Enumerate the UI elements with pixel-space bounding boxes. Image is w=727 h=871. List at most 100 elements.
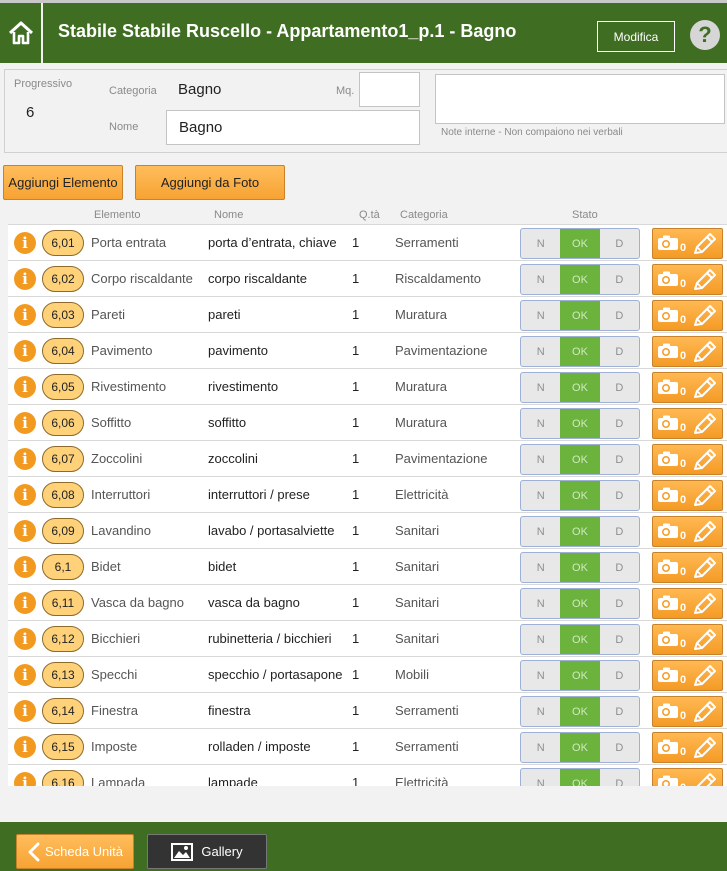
table-row[interactable]: i 6,08 Interruttori interruttori / prese… xyxy=(8,476,727,512)
state-n-button[interactable]: N xyxy=(521,589,560,618)
table-row[interactable]: i 6,01 Porta entrata porta d’entrata, ch… xyxy=(8,224,727,260)
state-n-button[interactable]: N xyxy=(521,481,560,510)
table-row[interactable]: i 6,04 Pavimento pavimento 1 Pavimentazi… xyxy=(8,332,727,368)
table-row[interactable]: i 6,03 Pareti pareti 1 Muratura N OK D 0 xyxy=(8,296,727,332)
state-d-button[interactable]: D xyxy=(600,697,639,726)
help-icon[interactable]: ? xyxy=(690,20,720,50)
info-icon[interactable]: i xyxy=(14,664,36,686)
info-icon[interactable]: i xyxy=(14,232,36,254)
info-icon[interactable]: i xyxy=(14,340,36,362)
state-d-button[interactable]: D xyxy=(600,589,639,618)
table-row[interactable]: i 6,15 Imposte rolladen / imposte 1 Serr… xyxy=(8,728,727,764)
state-d-button[interactable]: D xyxy=(600,481,639,510)
info-icon[interactable]: i xyxy=(14,772,36,786)
photo-edit-button[interactable]: 0 xyxy=(652,336,723,367)
state-ok-button[interactable]: OK xyxy=(560,697,600,726)
info-icon[interactable]: i xyxy=(14,592,36,614)
state-n-button[interactable]: N xyxy=(521,265,560,294)
back-button[interactable]: Scheda Unità xyxy=(16,834,134,869)
state-n-button[interactable]: N xyxy=(521,661,560,690)
photo-edit-button[interactable]: 0 xyxy=(652,408,723,439)
state-ok-button[interactable]: OK xyxy=(560,373,600,402)
state-ok-button[interactable]: OK xyxy=(560,481,600,510)
state-ok-button[interactable]: OK xyxy=(560,337,600,366)
state-ok-button[interactable]: OK xyxy=(560,229,600,258)
photo-edit-button[interactable]: 0 xyxy=(652,552,723,583)
state-ok-button[interactable]: OK xyxy=(560,769,600,786)
info-icon[interactable]: i xyxy=(14,448,36,470)
table-row[interactable]: i 6,1 Bidet bidet 1 Sanitari N OK D 0 xyxy=(8,548,727,584)
state-d-button[interactable]: D xyxy=(600,265,639,294)
state-d-button[interactable]: D xyxy=(600,445,639,474)
info-icon[interactable]: i xyxy=(14,268,36,290)
table-row[interactable]: i 6,12 Bicchieri rubinetteria / bicchier… xyxy=(8,620,727,656)
gallery-button[interactable]: Gallery xyxy=(147,834,267,869)
photo-edit-button[interactable]: 0 xyxy=(652,696,723,727)
state-d-button[interactable]: D xyxy=(600,229,639,258)
state-n-button[interactable]: N xyxy=(521,301,560,330)
table-row[interactable]: i 6,14 Finestra finestra 1 Serramenti N … xyxy=(8,692,727,728)
state-d-button[interactable]: D xyxy=(600,625,639,654)
photo-edit-button[interactable]: 0 xyxy=(652,660,723,691)
add-element-button[interactable]: Aggiungi Elemento xyxy=(3,165,123,200)
state-ok-button[interactable]: OK xyxy=(560,625,600,654)
table-row[interactable]: i 6,11 Vasca da bagno vasca da bagno 1 S… xyxy=(8,584,727,620)
state-n-button[interactable]: N xyxy=(521,553,560,582)
info-icon[interactable]: i xyxy=(14,412,36,434)
photo-edit-button[interactable]: 0 xyxy=(652,516,723,547)
state-d-button[interactable]: D xyxy=(600,661,639,690)
state-ok-button[interactable]: OK xyxy=(560,733,600,762)
state-n-button[interactable]: N xyxy=(521,409,560,438)
state-n-button[interactable]: N xyxy=(521,517,560,546)
state-n-button[interactable]: N xyxy=(521,697,560,726)
photo-edit-button[interactable]: 0 xyxy=(652,768,723,786)
info-icon[interactable]: i xyxy=(14,700,36,722)
state-d-button[interactable]: D xyxy=(600,409,639,438)
state-d-button[interactable]: D xyxy=(600,373,639,402)
photo-edit-button[interactable]: 0 xyxy=(652,264,723,295)
state-n-button[interactable]: N xyxy=(521,625,560,654)
photo-edit-button[interactable]: 0 xyxy=(652,588,723,619)
nome-field[interactable]: Bagno xyxy=(166,110,420,145)
state-ok-button[interactable]: OK xyxy=(560,445,600,474)
add-from-photo-button[interactable]: Aggiungi da Foto xyxy=(135,165,285,200)
photo-edit-button[interactable]: 0 xyxy=(652,624,723,655)
info-icon[interactable]: i xyxy=(14,304,36,326)
state-d-button[interactable]: D xyxy=(600,733,639,762)
photo-edit-button[interactable]: 0 xyxy=(652,732,723,763)
state-ok-button[interactable]: OK xyxy=(560,589,600,618)
state-n-button[interactable]: N xyxy=(521,733,560,762)
note-field[interactable] xyxy=(435,74,725,124)
table-row[interactable]: i 6,13 Specchi specchio / portasapone 1 … xyxy=(8,656,727,692)
state-d-button[interactable]: D xyxy=(600,517,639,546)
info-icon[interactable]: i xyxy=(14,520,36,542)
state-d-button[interactable]: D xyxy=(600,301,639,330)
state-n-button[interactable]: N xyxy=(521,229,560,258)
state-ok-button[interactable]: OK xyxy=(560,517,600,546)
photo-edit-button[interactable]: 0 xyxy=(652,300,723,331)
table-row[interactable]: i 6,05 Rivestimento rivestimento 1 Murat… xyxy=(8,368,727,404)
state-n-button[interactable]: N xyxy=(521,445,560,474)
state-d-button[interactable]: D xyxy=(600,553,639,582)
info-icon[interactable]: i xyxy=(14,736,36,758)
state-ok-button[interactable]: OK xyxy=(560,265,600,294)
elements-table[interactable]: i 6,01 Porta entrata porta d’entrata, ch… xyxy=(8,224,727,786)
info-icon[interactable]: i xyxy=(14,484,36,506)
photo-edit-button[interactable]: 0 xyxy=(652,228,723,259)
state-d-button[interactable]: D xyxy=(600,769,639,787)
state-n-button[interactable]: N xyxy=(521,769,560,787)
state-ok-button[interactable]: OK xyxy=(560,661,600,690)
state-d-button[interactable]: D xyxy=(600,337,639,366)
state-ok-button[interactable]: OK xyxy=(560,409,600,438)
info-icon[interactable]: i xyxy=(14,376,36,398)
mq-field[interactable] xyxy=(359,72,420,107)
table-row[interactable]: i 6,02 Corpo riscaldante corpo riscaldan… xyxy=(8,260,727,296)
state-ok-button[interactable]: OK xyxy=(560,553,600,582)
table-row[interactable]: i 6,16 Lampada lampade 1 Elettricità N O… xyxy=(8,764,727,786)
photo-edit-button[interactable]: 0 xyxy=(652,444,723,475)
state-n-button[interactable]: N xyxy=(521,373,560,402)
state-ok-button[interactable]: OK xyxy=(560,301,600,330)
table-row[interactable]: i 6,09 Lavandino lavabo / portasalviette… xyxy=(8,512,727,548)
info-icon[interactable]: i xyxy=(14,556,36,578)
table-row[interactable]: i 6,07 Zoccolini zoccolini 1 Pavimentazi… xyxy=(8,440,727,476)
